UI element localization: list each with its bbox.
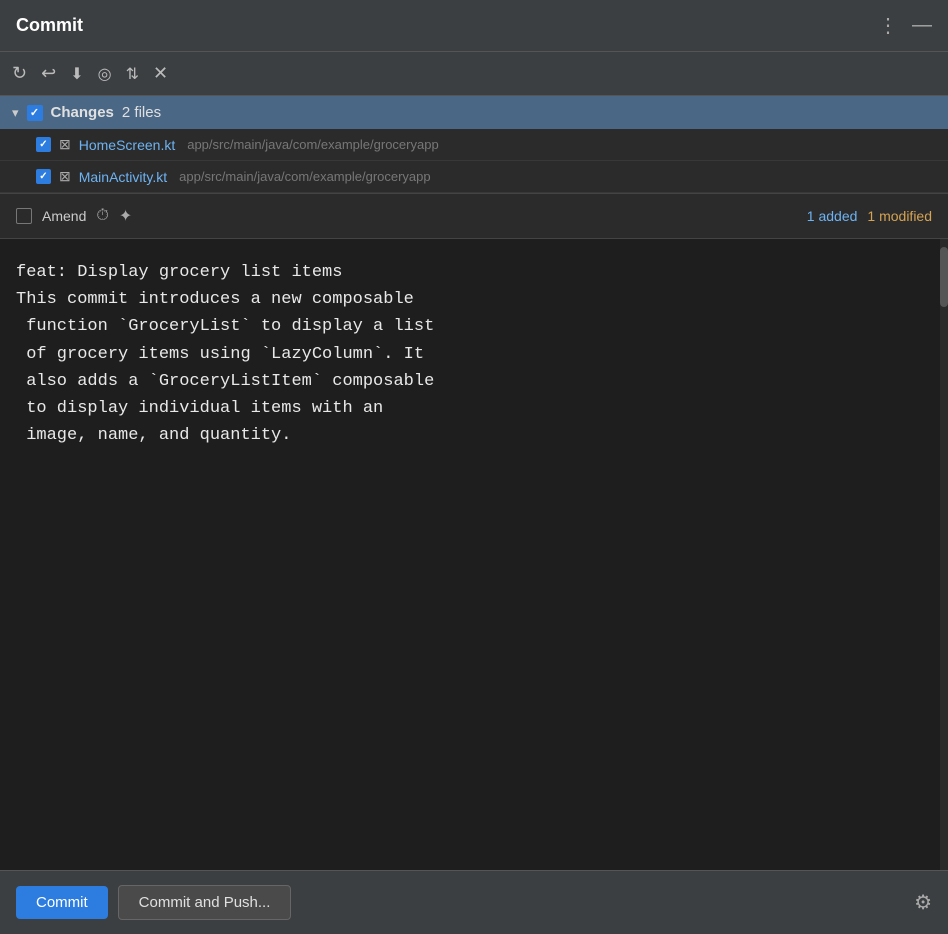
history-icon[interactable]: ⏱ [96,207,108,225]
up-down-icon[interactable]: ⇅ [126,64,139,84]
file-path-homescreen: app/src/main/java/com/example/groceryapp [187,137,438,152]
window-title: Commit [16,15,83,36]
file-modified-icon-2: ⊠ [59,168,71,185]
download-icon[interactable]: ⬇ [70,64,83,84]
scrollbar-thumb[interactable] [940,247,948,307]
settings-icon[interactable]: ⚙ [914,890,932,915]
file-item-mainactivity[interactable]: ⊠ MainActivity.kt app/src/main/java/com/… [0,161,948,193]
changes-header[interactable]: ▾ Changes 2 files [0,96,948,129]
eye-icon[interactable]: ◎ [98,64,112,84]
file-list: ▾ Changes 2 files ⊠ HomeScreen.kt app/sr… [0,96,948,193]
scrollbar-track [940,239,948,870]
amend-row: Amend ⏱ ✦ 1 added 1 modified [0,193,948,239]
stat-added: 1 added [807,208,858,224]
commit-window: Commit ⋮ — ↻ ↩ ⬇ ◎ ⇅ ✕ ▾ Changes 2 files… [0,0,948,934]
file-name-homescreen: HomeScreen.kt [79,137,175,153]
file-modified-icon: ⊠ [59,136,71,153]
file-path-mainactivity: app/src/main/java/com/example/groceryapp [179,169,430,184]
titlebar-actions: ⋮ — [878,13,932,38]
refresh-icon[interactable]: ↻ [12,63,27,84]
changes-count: 2 files [122,104,161,121]
titlebar: Commit ⋮ — [0,0,948,52]
menu-icon[interactable]: ⋮ [878,13,898,38]
undo-icon[interactable]: ↩ [41,63,56,84]
amend-label: Amend [42,208,86,224]
commit-message-area[interactable]: feat: Display grocery list items This co… [0,239,948,870]
close-icon[interactable]: ✕ [153,63,168,84]
file-item-homescreen[interactable]: ⊠ HomeScreen.kt app/src/main/java/com/ex… [0,129,948,161]
bottom-bar: Commit Commit and Push... ⚙ [0,870,948,934]
amend-checkbox[interactable] [16,208,32,224]
file-checkbox-homescreen[interactable] [36,137,51,152]
file-checkbox-mainactivity[interactable] [36,169,51,184]
stat-modified: 1 modified [867,208,932,224]
commit-button[interactable]: Commit [16,886,108,919]
commit-message-text: feat: Display grocery list items This co… [16,259,928,449]
chevron-icon: ▾ [12,105,19,121]
add-icon[interactable]: ✦ [119,206,132,226]
changes-label: Changes [51,104,114,121]
file-name-mainactivity: MainActivity.kt [79,169,167,185]
minimize-icon[interactable]: — [912,14,932,37]
changes-checkbox[interactable] [27,105,43,121]
commit-and-push-button[interactable]: Commit and Push... [118,885,292,920]
toolbar: ↻ ↩ ⬇ ◎ ⇅ ✕ [0,52,948,96]
